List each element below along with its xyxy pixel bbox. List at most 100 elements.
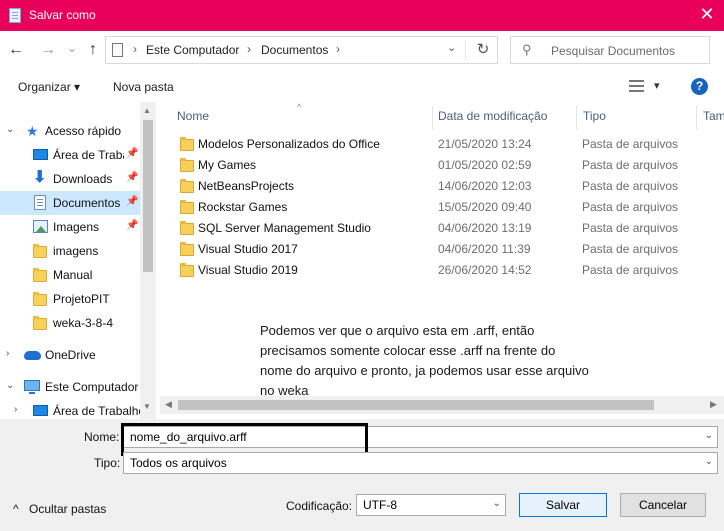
cancel-button[interactable]: Cancelar <box>620 493 706 517</box>
close-button[interactable]: ✕ <box>694 4 720 26</box>
expand-caret-icon[interactable]: › <box>6 348 9 359</box>
annotation-text: Podemos ver que o arquivo esta em .arff,… <box>260 323 589 398</box>
column-header-size[interactable]: Tam <box>703 109 724 123</box>
computer-icon <box>24 380 40 394</box>
chevron-down-icon[interactable]: ⌄ <box>493 498 501 509</box>
sidebar-item-projetopit[interactable]: ProjetoPIT <box>0 287 140 311</box>
file-type: Pasta de arquivos <box>582 221 679 235</box>
name-label: Nome: <box>84 430 120 444</box>
sidebar-item-downloads[interactable]: ⬇ Downloads 📌 <box>0 167 140 191</box>
forward-button[interactable]: → <box>38 40 58 60</box>
sidebar-item-manual[interactable]: Manual <box>0 263 140 287</box>
file-row[interactable]: SQL Server Management Studio 04/06/2020 … <box>174 218 704 239</box>
column-header-type[interactable]: Tipo <box>583 109 606 123</box>
sidebar-item-imagens[interactable]: imagens <box>0 239 140 263</box>
save-button[interactable]: Salvar <box>519 493 607 517</box>
hide-folders-button[interactable]: ^ Ocultar pastas <box>13 502 106 516</box>
horizontal-scroll-thumb[interactable] <box>178 400 654 410</box>
organize-button[interactable]: Organizar ▾ <box>18 80 80 94</box>
expand-caret-icon[interactable]: ⌄ <box>6 380 14 391</box>
sort-ascending-icon: ^ <box>297 102 302 112</box>
file-date: 15/05/2020 09:40 <box>438 200 532 214</box>
star-icon: ★ <box>26 123 39 139</box>
sidebar-scroll-thumb[interactable] <box>143 120 153 272</box>
sidebar-scrollbar[interactable]: ▲ ▼ <box>140 102 156 419</box>
address-history-chevron-icon[interactable]: ⌄ <box>447 41 456 54</box>
scroll-up-arrow-icon[interactable]: ▲ <box>143 106 151 115</box>
breadcrumb-separator[interactable]: › <box>336 42 340 56</box>
horizontal-scrollbar[interactable]: ◀ ▶ <box>160 396 724 414</box>
file-row[interactable]: Modelos Personalizados do Office 21/05/2… <box>174 134 704 155</box>
file-row[interactable]: Visual Studio 2017 04/06/2020 11:39 Past… <box>174 239 704 260</box>
toolbar: Organizar ▾ Nova pasta <box>0 72 724 102</box>
sidebar-item-label: imagens <box>53 244 99 258</box>
scroll-down-arrow-icon[interactable]: ▼ <box>143 402 151 411</box>
pictures-icon <box>33 220 48 233</box>
file-name: My Games <box>198 158 257 172</box>
file-name: Rockstar Games <box>198 200 288 214</box>
sidebar-item-label: Acesso rápido <box>45 124 122 138</box>
navigation-pane: ⌄ ★ Acesso rápido Área de Trabalho 📌 ⬇ D… <box>0 102 156 419</box>
file-row[interactable]: Visual Studio 2019 26/06/2020 14:52 Past… <box>174 260 704 281</box>
file-date: 04/06/2020 11:39 <box>438 242 531 256</box>
encoding-select[interactable]: UTF-8 ⌄ <box>356 494 506 516</box>
breadcrumb-separator[interactable]: › <box>247 42 251 56</box>
column-divider[interactable] <box>432 106 433 130</box>
sidebar-item-onedrive[interactable]: › OneDrive <box>0 343 140 367</box>
sidebar-item-acesso-rapido[interactable]: ⌄ ★ Acesso rápido <box>0 119 140 143</box>
window-title: Salvar como <box>29 8 96 22</box>
file-type: Pasta de arquivos <box>582 179 679 193</box>
sidebar-item-label: Área de Trabalho <box>53 404 146 418</box>
sidebar-item-label: weka-3-8-4 <box>53 316 114 330</box>
file-type-value: Todos os arquivos <box>130 456 227 470</box>
refresh-button[interactable]: ↻ <box>473 40 493 60</box>
chevron-down-icon[interactable]: ⌄ <box>705 456 713 467</box>
column-divider[interactable] <box>576 106 577 130</box>
pin-icon: 📌 <box>126 148 139 159</box>
hide-folders-label: Ocultar pastas <box>28 502 107 516</box>
file-type-select[interactable]: Todos os arquivos ⌄ <box>123 452 718 474</box>
folder-icon <box>33 292 47 306</box>
expand-caret-icon[interactable]: › <box>14 404 17 415</box>
file-row[interactable]: NetBeansProjects 14/06/2020 12:03 Pasta … <box>174 176 704 197</box>
download-icon: ⬇ <box>33 169 47 186</box>
up-button[interactable]: ↑ <box>83 40 103 60</box>
sidebar-item-area-de-trabalho-sub[interactable]: › Área de Trabalho <box>0 399 145 419</box>
scroll-left-arrow-icon[interactable]: ◀ <box>165 399 172 410</box>
file-date: 21/05/2020 13:24 <box>438 137 532 151</box>
sidebar-item-weka[interactable]: weka-3-8-4 <box>0 311 140 335</box>
desktop-icon <box>33 405 48 416</box>
view-options-dropdown[interactable]: ▾ <box>654 79 660 92</box>
recent-locations-button[interactable]: ⌄ <box>62 38 82 58</box>
expand-caret-icon[interactable]: ⌄ <box>6 124 14 135</box>
breadcrumb-documentos[interactable]: Documentos <box>261 43 328 57</box>
chevron-down-icon[interactable]: ⌄ <box>705 430 713 441</box>
sidebar-item-este-computador[interactable]: ⌄ Este Computador <box>0 375 140 399</box>
pin-icon: 📌 <box>126 172 139 183</box>
scroll-right-arrow-icon[interactable]: ▶ <box>710 399 717 410</box>
sidebar-item-documentos[interactable]: Documentos 📌 <box>0 191 140 215</box>
folder-icon <box>33 244 47 258</box>
column-divider[interactable] <box>696 106 697 130</box>
file-date: 01/05/2020 02:59 <box>438 158 532 172</box>
pin-icon: 📌 <box>126 220 139 231</box>
encoding-value: UTF-8 <box>363 498 397 512</box>
view-options-icon[interactable] <box>629 80 644 92</box>
save-form: Nome: nome_do_arquivo.arff ⌄ Tipo: Todos… <box>0 419 724 531</box>
breadcrumb-este-computador[interactable]: Este Computador <box>146 43 239 57</box>
file-date: 26/06/2020 14:52 <box>438 263 532 277</box>
sidebar-item-imagens-pinned[interactable]: Imagens 📌 <box>0 215 140 239</box>
new-folder-button[interactable]: Nova pasta <box>113 80 174 94</box>
file-row[interactable]: My Games 01/05/2020 02:59 Pasta de arqui… <box>174 155 704 176</box>
column-header-name[interactable]: Nome <box>177 109 209 123</box>
search-input[interactable]: ⚲ Pesquisar Documentos <box>510 36 710 64</box>
file-row[interactable]: Rockstar Games 15/05/2020 09:40 Pasta de… <box>174 197 704 218</box>
column-header-date[interactable]: Data de modificação <box>438 109 547 123</box>
file-type: Pasta de arquivos <box>582 158 679 172</box>
breadcrumb-separator[interactable]: › <box>133 42 137 56</box>
back-button[interactable]: ← <box>6 40 26 60</box>
help-button[interactable]: ? <box>691 78 708 95</box>
chevron-up-icon: ^ <box>13 502 19 516</box>
sidebar-item-area-de-trabalho[interactable]: Área de Trabalho 📌 <box>0 143 140 167</box>
address-bar[interactable]: › Este Computador › Documentos › ⌄ ↻ <box>105 36 498 64</box>
